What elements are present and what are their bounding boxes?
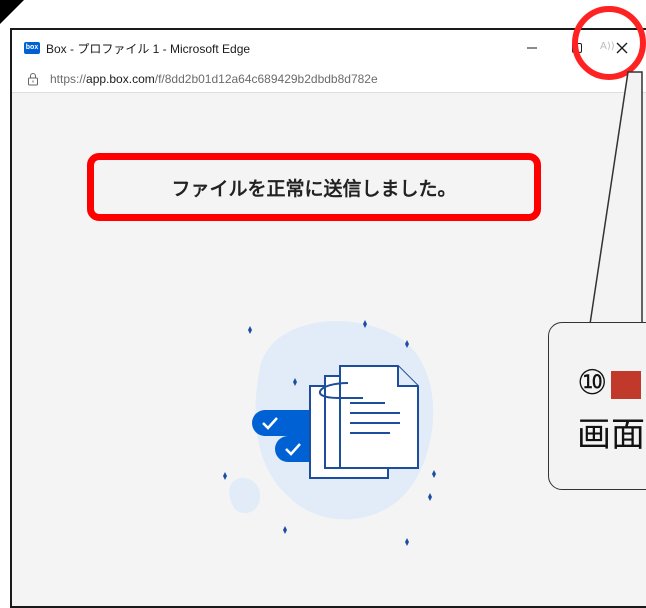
window-title: Box - プロファイル 1 - Microsoft Edge [46,41,251,56]
title-bar: box Box - プロファイル 1 - Microsoft Edge [12,30,646,66]
callout-step-number: ⑩ [577,363,608,403]
corner-mark [0,0,24,24]
callout-accent [611,370,642,399]
url-text[interactable]: https://app.box.com/f/8dd2b01d12a64c6894… [50,72,378,86]
success-message: ファイルを正常に送信しました。 [171,177,457,200]
success-message-highlight: ファイルを正常に送信しました。 [87,153,541,221]
minimize-icon [527,47,537,49]
url-host: app.box.com [86,72,155,86]
callout-line2: 画面 [577,415,645,455]
minimize-button[interactable] [512,30,552,66]
lock-icon[interactable] [26,72,40,86]
callout-line1: ⑩ [577,363,642,403]
box-app-icon: box [24,42,40,54]
close-button-highlight [572,6,646,80]
instruction-callout: ⑩ 画面 [548,322,646,490]
address-bar[interactable]: https://app.box.com/f/8dd2b01d12a64c6894… [12,66,646,93]
url-path: /f/8dd2b01d12a64c689429b2dbdb8d782e [154,72,378,86]
file-sent-illustration [223,320,436,546]
url-prefix: https:// [50,72,87,86]
